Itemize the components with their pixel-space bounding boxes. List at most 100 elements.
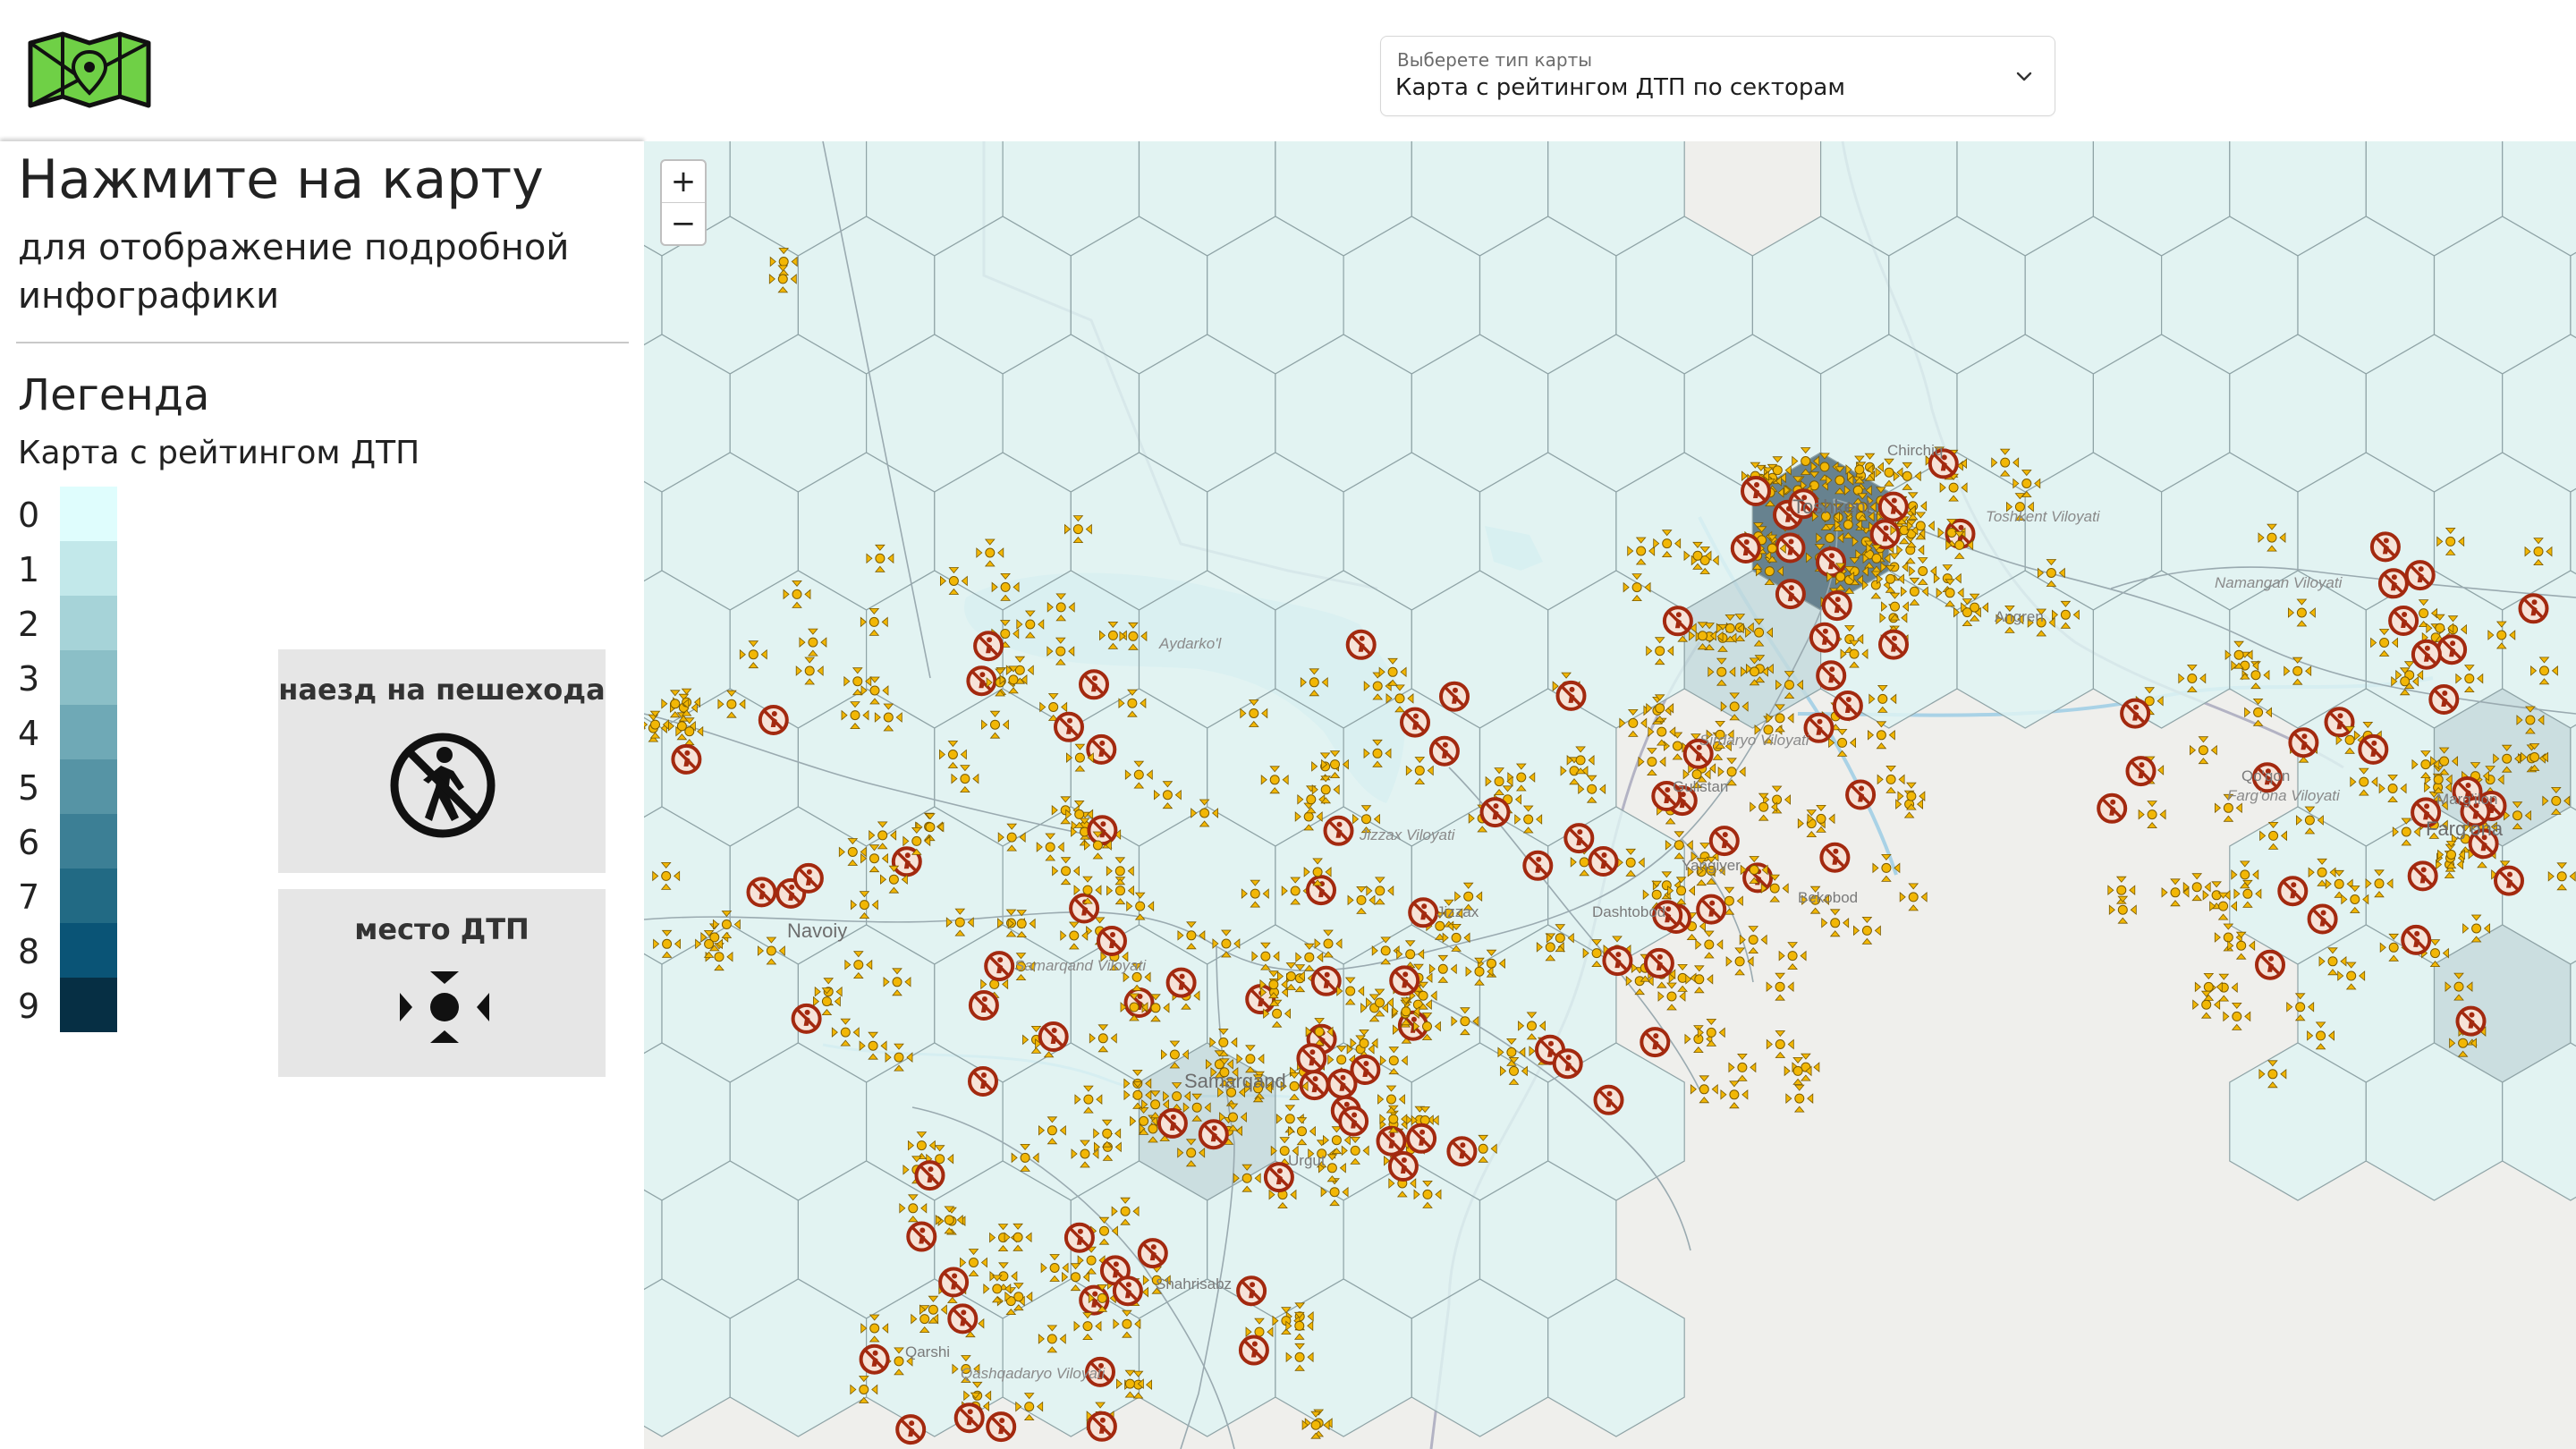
pedestrian-hit-marker[interactable] [2324,707,2355,738]
pedestrian-hit-marker[interactable] [1819,842,1851,873]
pedestrian-hit-marker[interactable] [1730,533,1761,564]
pedestrian-hit-marker[interactable] [1439,681,1470,712]
pedestrian-hit-marker[interactable] [895,1414,927,1445]
pedestrian-hit-marker[interactable] [1165,967,1197,998]
pedestrian-hit-marker[interactable] [953,1402,985,1434]
pedestrian-hit-marker[interactable] [1555,680,1587,711]
pedestrian-hit-marker[interactable] [1708,826,1740,857]
pedestrian-hit-marker[interactable] [1775,579,1806,610]
pedestrian-hit-marker[interactable] [1086,1411,1117,1442]
pedestrian-hit-marker[interactable] [1832,691,1863,721]
pedestrian-hit-marker[interactable] [1809,622,1840,653]
pedestrian-hit-marker[interactable] [1479,797,1511,828]
pedestrian-hit-marker[interactable] [791,1003,822,1034]
pedestrian-hit-marker[interactable] [1588,846,1619,877]
pedestrian-hit-marker[interactable] [1087,815,1118,846]
pedestrian-hit-marker[interactable] [914,1160,945,1191]
pedestrian-hit-marker[interactable] [1446,1136,1478,1167]
pedestrian-hit-marker[interactable] [1869,519,1901,550]
pedestrian-hit-marker[interactable] [947,1303,979,1335]
pedestrian-hit-marker[interactable] [2369,531,2401,563]
pedestrian-hit-marker[interactable] [2428,684,2460,715]
pedestrian-hit-marker[interactable] [2411,639,2442,670]
pedestrian-hit-marker[interactable] [1236,1275,1267,1307]
pedestrian-hit-marker[interactable] [1198,1119,1229,1150]
pedestrian-hit-marker[interactable] [1238,1335,1269,1366]
pedestrian-hit-marker[interactable] [1696,894,1727,925]
pedestrian-hit-marker[interactable] [984,951,1015,982]
pedestrian-hit-marker[interactable] [1845,779,1877,810]
pedestrian-hit-marker[interactable] [1345,629,1377,660]
pedestrian-hit-marker[interactable] [2125,756,2157,787]
pedestrian-hit-marker[interactable] [2404,560,2436,591]
pedestrian-hit-marker[interactable] [1662,606,1693,637]
pedestrian-hit-marker[interactable] [1816,660,1847,691]
pedestrian-hit-marker[interactable] [1741,476,1771,506]
pedestrian-hit-marker[interactable] [1038,1021,1069,1052]
pedestrian-hit-marker[interactable] [1428,735,1460,767]
pedestrian-hit-marker[interactable] [1408,897,1439,928]
pedestrian-hit-marker[interactable] [2255,949,2285,980]
pedestrian-hit-marker[interactable] [2120,698,2151,729]
pedestrian-hit-marker[interactable] [1522,850,1554,881]
app-logo[interactable] [27,30,152,113]
pedestrian-hit-marker[interactable] [1157,1107,1188,1139]
pedestrian-hit-marker[interactable] [986,1411,1017,1443]
pedestrian-hit-marker[interactable] [906,1221,937,1252]
pedestrian-hit-marker[interactable] [1338,1106,1369,1137]
pedestrian-hit-marker[interactable] [1069,893,1100,924]
pedestrian-hit-marker[interactable] [1563,823,1595,854]
pedestrian-hit-marker[interactable] [2407,860,2438,892]
pedestrian-hit-marker[interactable] [1816,547,1846,578]
pedestrian-hit-marker[interactable] [2388,606,2419,636]
pedestrian-hit-marker[interactable] [1877,491,1909,522]
pedestrian-hit-marker[interactable] [1296,1043,1327,1074]
map-type-select[interactable]: Выберете тип карты Карта с рейтингом ДТП… [1380,36,2055,116]
pedestrian-hit-marker[interactable] [1400,707,1430,738]
pedestrian-hit-marker[interactable] [792,862,824,894]
pedestrian-hit-marker[interactable] [1821,590,1852,622]
pedestrian-hit-marker[interactable] [746,877,777,908]
pedestrian-hit-marker[interactable] [2401,924,2432,955]
pedestrian-hit-marker[interactable] [1552,1048,1583,1080]
pedestrian-hit-marker[interactable] [1593,1084,1624,1115]
pedestrian-hit-marker[interactable] [2377,568,2409,599]
pedestrian-hit-marker[interactable] [938,1267,970,1298]
pedestrian-hit-marker[interactable] [1640,1027,1671,1058]
pedestrian-hit-marker[interactable] [2518,593,2549,624]
pedestrian-hit-marker[interactable] [1326,1068,1358,1099]
pedestrian-hit-marker[interactable] [1387,1151,1419,1182]
pedestrian-hit-marker[interactable] [1389,965,1420,996]
pedestrian-hit-marker[interactable] [966,665,997,697]
pedestrian-hit-marker[interactable] [2436,634,2468,665]
pedestrian-hit-marker[interactable] [2288,727,2319,758]
pedestrian-hit-marker[interactable] [2455,1005,2487,1037]
pedestrian-hit-marker[interactable] [1406,1123,1437,1154]
pedestrian-hit-marker[interactable] [671,743,702,775]
pedestrian-hit-marker[interactable] [758,705,789,735]
pedestrian-hit-marker[interactable] [2097,792,2128,824]
pedestrian-hit-marker[interactable] [1306,875,1336,906]
pedestrian-hit-marker[interactable] [968,1066,998,1097]
pedestrian-hit-marker[interactable] [2277,876,2309,907]
pedestrian-hit-marker[interactable] [2358,733,2389,765]
pedestrian-hit-marker[interactable] [1323,815,1354,846]
pedestrian-hit-marker[interactable] [1878,629,1909,660]
pedestrian-hit-marker[interactable] [973,631,1004,662]
pedestrian-hit-marker[interactable] [968,990,999,1021]
pedestrian-hit-marker[interactable] [1803,712,1835,743]
pedestrian-hit-marker[interactable] [2494,865,2524,896]
pedestrian-hit-marker[interactable] [1063,1222,1095,1253]
pedestrian-hit-marker[interactable] [1643,947,1674,979]
pedestrian-hit-marker[interactable] [1123,987,1155,1018]
zoom-out-button[interactable]: − [662,202,705,244]
zoom-in-button[interactable]: + [662,161,705,202]
pedestrian-hit-marker[interactable] [1079,669,1109,700]
pedestrian-hit-marker[interactable] [1602,945,1633,977]
pedestrian-hit-marker[interactable] [1112,1275,1143,1307]
pedestrian-hit-marker[interactable] [1097,926,1127,956]
pedestrian-hit-marker[interactable] [2307,903,2338,935]
pedestrian-hit-marker[interactable] [1310,965,1342,996]
pedestrian-hit-marker[interactable] [1137,1238,1168,1269]
pedestrian-hit-marker[interactable] [859,1343,890,1375]
